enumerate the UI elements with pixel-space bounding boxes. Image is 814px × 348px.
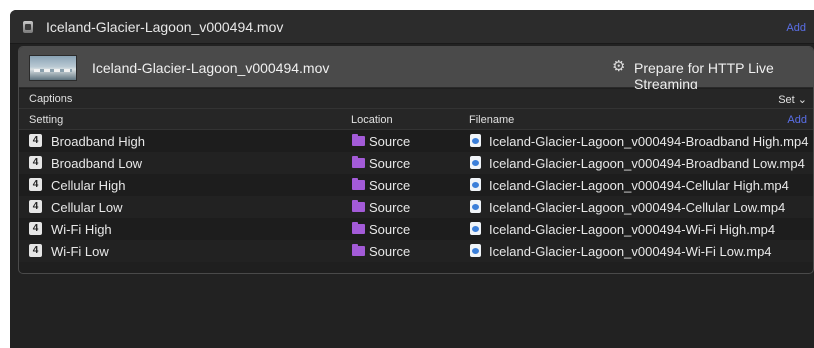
location-name[interactable]: Source [369, 134, 410, 149]
table-row[interactable]: 4 Broadband High Source Iceland-Glacier-… [19, 130, 813, 152]
table-row[interactable]: 4 Wi-Fi Low Source Iceland-Glacier-Lagoo… [19, 240, 813, 262]
channel-badge-icon: 4 [29, 244, 42, 257]
mp4-file-icon [470, 178, 481, 191]
folder-icon [352, 200, 365, 212]
setting-name: Broadband Low [51, 156, 143, 171]
table-row[interactable]: 4 Cellular High Source Iceland-Glacier-L… [19, 174, 813, 196]
location-name[interactable]: Source [369, 178, 410, 193]
output-filename[interactable]: Iceland-Glacier-Lagoon_v000494-Cellular … [489, 200, 785, 215]
folder-icon [352, 178, 365, 190]
setting-name: Broadband High [51, 134, 145, 149]
add-output-button[interactable]: Add [787, 114, 807, 126]
add-job-button[interactable]: Add [786, 22, 806, 34]
output-filename[interactable]: Iceland-Glacier-Lagoon_v000494-Wi-Fi Low… [489, 244, 772, 259]
job-title: Iceland-Glacier-Lagoon_v000494.mov [92, 60, 330, 76]
table-column-header: Setting Location Filename Add [19, 109, 813, 130]
location-name[interactable]: Source [369, 222, 410, 237]
output-filename[interactable]: Iceland-Glacier-Lagoon_v000494-Broadband… [489, 134, 808, 149]
mp4-file-icon [470, 222, 481, 235]
folder-icon [352, 134, 365, 146]
batch-title-bar[interactable]: Iceland-Glacier-Lagoon_v000494.mov Add [10, 10, 814, 44]
location-name[interactable]: Source [369, 244, 410, 259]
output-filename[interactable]: Iceland-Glacier-Lagoon_v000494-Wi-Fi Hig… [489, 222, 775, 237]
captions-label: Captions [29, 93, 73, 105]
table-row[interactable]: 4 Wi-Fi High Source Iceland-Glacier-Lago… [19, 218, 813, 240]
gear-icon[interactable]: ⚙ [612, 59, 625, 75]
captions-set-button[interactable]: Set ⌄ [778, 93, 807, 106]
folder-icon [352, 244, 365, 256]
table-row[interactable]: 4 Cellular Low Source Iceland-Glacier-La… [19, 196, 813, 218]
column-header-filename: Filename [469, 114, 515, 126]
channel-badge-icon: 4 [29, 222, 42, 235]
setting-name: Cellular Low [51, 200, 123, 215]
location-name[interactable]: Source [369, 200, 410, 215]
column-header-location: Location [351, 114, 393, 126]
channel-badge-icon: 4 [29, 178, 42, 191]
batch-title: Iceland-Glacier-Lagoon_v000494.mov [46, 19, 284, 35]
folder-icon [352, 156, 365, 168]
setting-name: Cellular High [51, 178, 126, 193]
setting-name: Wi-Fi Low [51, 244, 109, 259]
job-header[interactable]: Iceland-Glacier-Lagoon_v000494.mov ⚙ Pre… [19, 47, 813, 92]
setting-name: Wi-Fi High [51, 222, 112, 237]
output-filename[interactable]: Iceland-Glacier-Lagoon_v000494-Broadband… [489, 156, 805, 171]
compressor-window: Iceland-Glacier-Lagoon_v000494.mov Add I… [10, 10, 814, 348]
mp4-file-icon [470, 200, 481, 213]
captions-row: Captions Set ⌄ [19, 89, 813, 109]
batch-file-icon [23, 21, 33, 33]
output-filename[interactable]: Iceland-Glacier-Lagoon_v000494-Cellular … [489, 178, 789, 193]
mp4-file-icon [470, 156, 481, 169]
channel-badge-icon: 4 [29, 200, 42, 213]
job-panel: Iceland-Glacier-Lagoon_v000494.mov ⚙ Pre… [18, 46, 814, 274]
table-row[interactable]: 4 Broadband Low Source Iceland-Glacier-L… [19, 152, 813, 174]
channel-badge-icon: 4 [29, 134, 42, 147]
channel-badge-icon: 4 [29, 156, 42, 169]
column-header-setting: Setting [29, 114, 64, 126]
output-rows: 4 Broadband High Source Iceland-Glacier-… [19, 130, 813, 262]
folder-icon [352, 222, 365, 234]
job-action-label[interactable]: Prepare for HTTP Live Streaming [634, 60, 813, 92]
location-name[interactable]: Source [369, 156, 410, 171]
video-thumbnail [29, 55, 77, 81]
mp4-file-icon [470, 244, 481, 257]
mp4-file-icon [470, 134, 481, 147]
